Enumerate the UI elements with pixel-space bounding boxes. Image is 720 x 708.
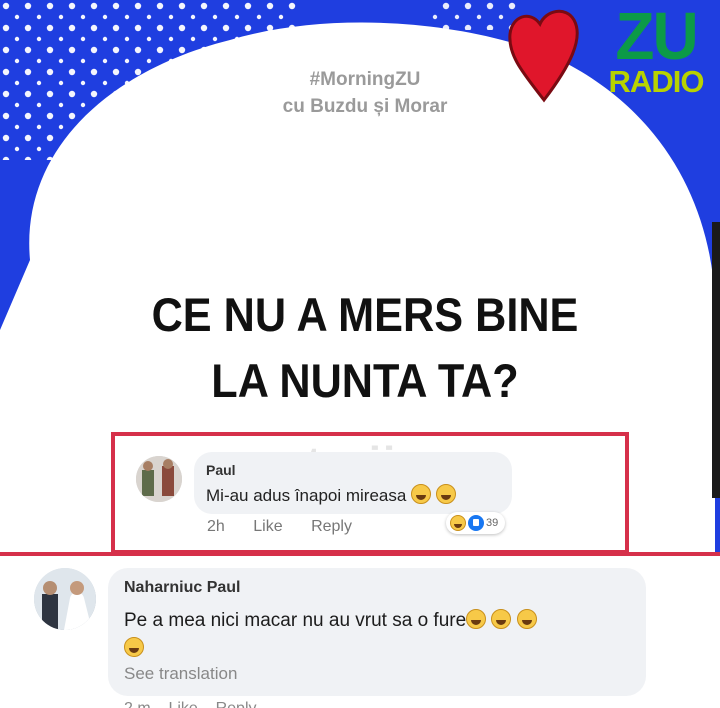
comment-text: Mi-au adus înapoi mireasa — [206, 484, 456, 506]
commenter-name[interactable]: Naharniuc Paul — [124, 579, 240, 597]
comment-text: Pe a mea nici macar nu au vrut sa o fure — [124, 607, 624, 663]
laughing-emoji-icon — [411, 484, 432, 504]
post-headline: CE NU A MERS BINE LA NUNTA TA? — [84, 282, 645, 414]
screen-edge — [712, 222, 720, 498]
comment-meta: 2 m Like Reply — [124, 700, 257, 708]
comment-text-body: Mi-au adus înapoi mireasa — [206, 486, 407, 505]
show-hosts: cu Buzdu și Morar — [282, 96, 448, 117]
laughing-emoji-icon — [491, 609, 512, 629]
like-link[interactable]: Like — [168, 700, 197, 708]
reaction-count: 39 — [486, 517, 499, 529]
heart-icon — [508, 9, 579, 103]
see-translation-link[interactable]: See translation — [124, 664, 237, 684]
reply-link[interactable]: Reply — [216, 700, 257, 708]
headline-line-2: LA NUNTA TA? — [211, 354, 519, 407]
reply-link[interactable]: Reply — [311, 518, 352, 535]
laughing-emoji-icon — [466, 609, 487, 629]
reaction-summary[interactable]: 39 — [446, 512, 506, 534]
laughing-emoji-icon — [435, 484, 456, 504]
avatar[interactable] — [34, 568, 96, 630]
comment-time: 2 m — [124, 700, 151, 708]
logo-zu-text: ZU — [615, 0, 698, 74]
laughing-emoji-icon — [124, 637, 144, 657]
headline-line-1: CE NU A MERS BINE — [151, 288, 579, 341]
highlight-frame-2 — [0, 552, 720, 560]
like-reaction-icon — [468, 515, 484, 531]
commenter-name[interactable]: Paul — [206, 462, 236, 478]
laughing-emoji-icon — [450, 515, 466, 531]
zu-radio-logo: ZU RADIO — [598, 0, 714, 98]
comment-meta: 2h Like Reply — [207, 518, 376, 536]
hashtag-text: #MorningZU — [309, 69, 421, 90]
comment-text-body: Pe a mea nici macar nu au vrut sa o fure — [124, 610, 467, 631]
like-link[interactable]: Like — [253, 518, 282, 535]
laughing-emoji-icon — [516, 609, 537, 629]
show-title: #MorningZU cu Buzdu și Morar — [250, 66, 480, 120]
avatar[interactable] — [136, 456, 182, 502]
comment-time: 2h — [207, 518, 225, 535]
